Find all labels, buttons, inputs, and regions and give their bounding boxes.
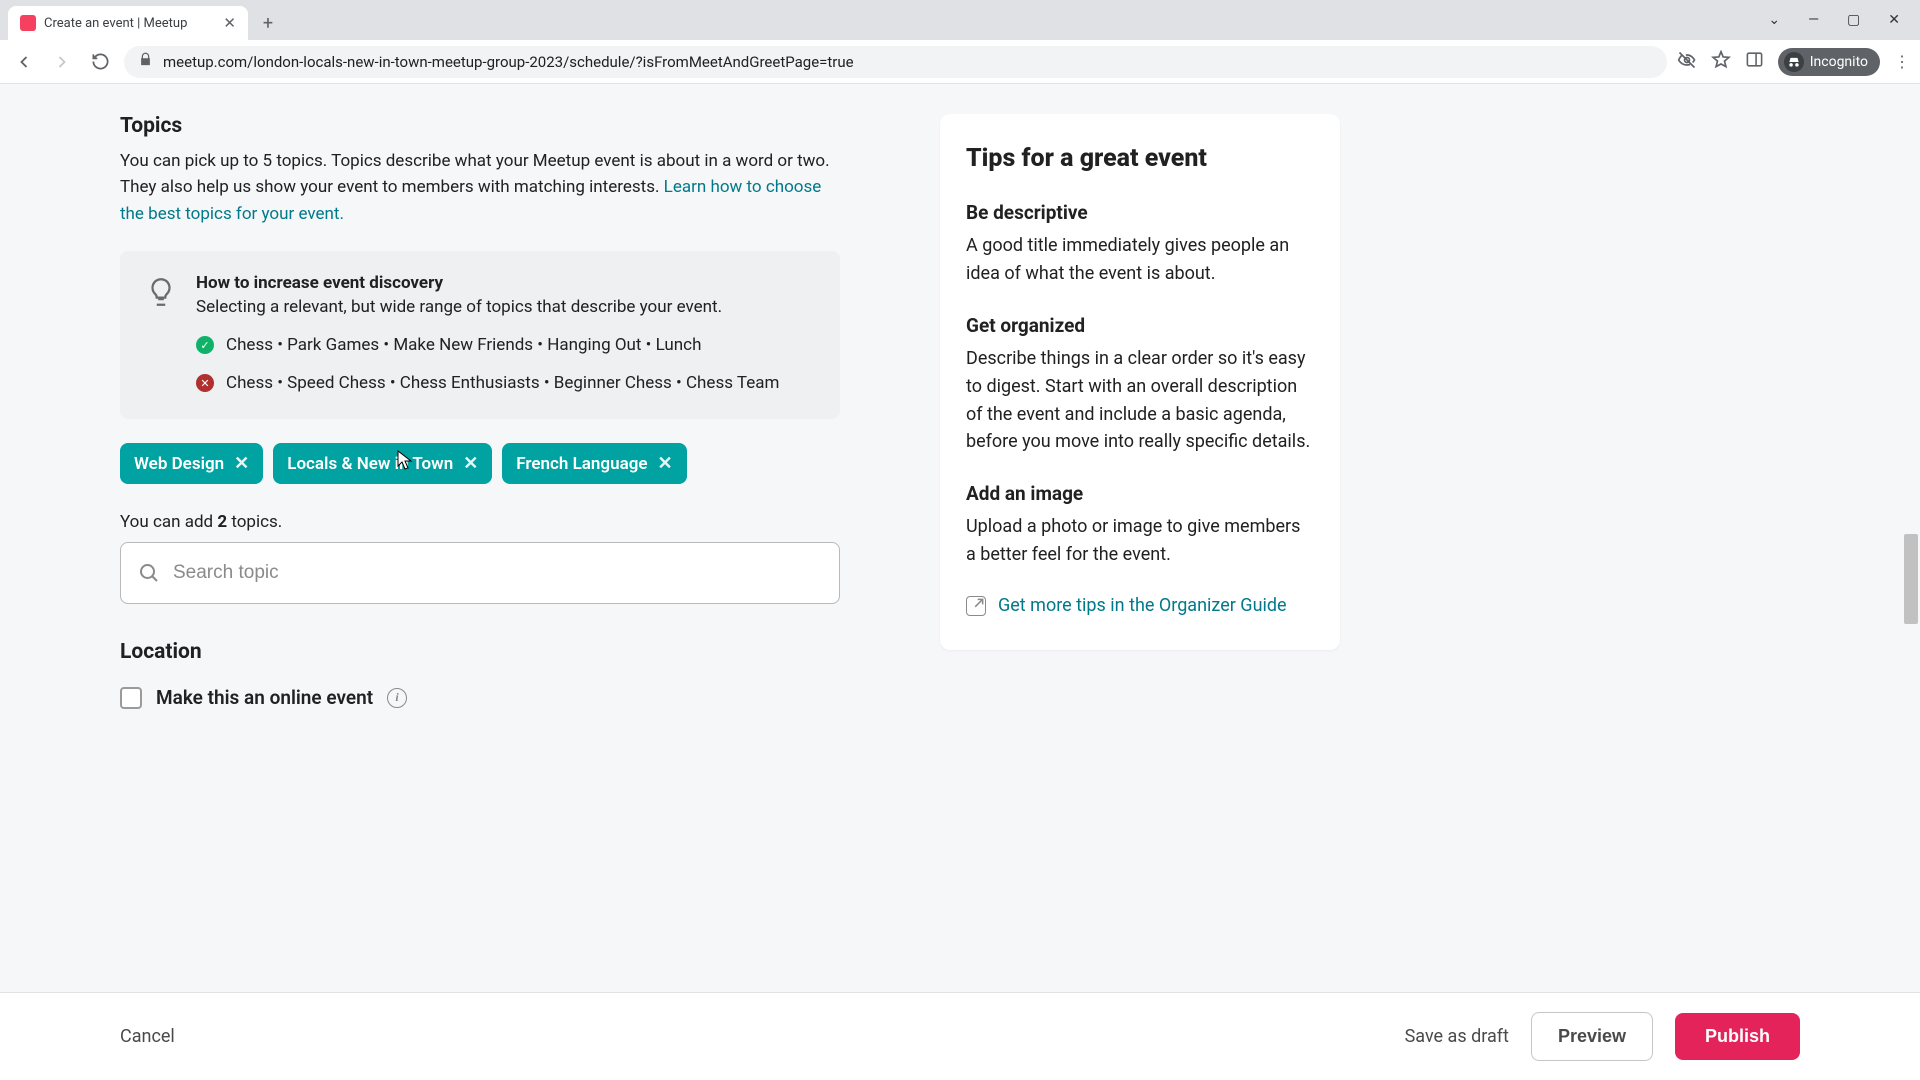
info-icon[interactable]: i	[387, 688, 407, 708]
save-draft-button[interactable]: Save as draft	[1405, 1026, 1509, 1047]
new-tab-button[interactable]: +	[254, 9, 282, 37]
tips-card-title: Tips for a great event	[966, 144, 1314, 173]
remove-chip-icon[interactable]: ✕	[234, 453, 249, 474]
main-column: Topics You can pick up to 5 topics. Topi…	[120, 114, 840, 709]
guide-link-text: Get more tips in the Organizer Guide	[998, 595, 1287, 616]
remove-chip-icon[interactable]: ✕	[658, 453, 673, 474]
page-viewport: Topics You can pick up to 5 topics. Topi…	[0, 84, 1920, 1080]
online-event-row[interactable]: Make this an online event i	[120, 686, 840, 709]
maximize-icon[interactable]: ▢	[1847, 12, 1860, 28]
url-text: meetup.com/london-locals-new-in-town-mee…	[163, 53, 1653, 71]
close-window-icon[interactable]: ✕	[1888, 12, 1900, 28]
bookmark-star-icon[interactable]	[1711, 50, 1731, 74]
address-bar-actions: Incognito ⋮	[1677, 48, 1910, 76]
tab-close-icon[interactable]: ✕	[223, 14, 236, 32]
discovery-tip-box: How to increase event discovery Selectin…	[120, 251, 840, 419]
good-example-row: ✓ Chess • Park Games • Make New Friends …	[196, 335, 816, 355]
minimize-icon[interactable]: —	[1808, 12, 1819, 28]
preview-button[interactable]: Preview	[1531, 1012, 1653, 1061]
good-example-text: Chess • Park Games • Make New Friends • …	[226, 335, 701, 355]
tip-block: Be descriptive A good title immediately …	[966, 201, 1314, 288]
bad-example-text: Chess • Speed Chess • Chess Enthusiasts …	[226, 373, 779, 393]
browser-tab[interactable]: Create an event | Meetup ✕	[8, 6, 248, 40]
chip-label: Locals & New in Town	[287, 454, 453, 474]
tip-block: Get organized Describe things in a clear…	[966, 314, 1314, 457]
tip-body: Describe things in a clear order so it's…	[966, 345, 1314, 457]
footer-bar: Cancel Save as draft Preview Publish	[0, 992, 1920, 1080]
publish-button[interactable]: Publish	[1675, 1013, 1800, 1060]
back-button[interactable]	[10, 48, 38, 76]
x-icon: ✕	[196, 374, 214, 392]
discovery-tip-sub: Selecting a relevant, but wide range of …	[196, 297, 722, 317]
favicon-icon	[20, 15, 36, 31]
side-panel-icon[interactable]	[1745, 50, 1764, 73]
kebab-menu-icon[interactable]: ⋮	[1894, 52, 1910, 71]
bad-example-row: ✕ Chess • Speed Chess • Chess Enthusiast…	[196, 373, 816, 393]
topic-search-wrap[interactable]	[120, 542, 840, 604]
eye-off-icon[interactable]	[1677, 50, 1697, 74]
topics-heading: Topics	[120, 114, 840, 138]
organizer-guide-link[interactable]: Get more tips in the Organizer Guide	[966, 595, 1314, 616]
incognito-icon	[1784, 52, 1804, 72]
address-bar: meetup.com/london-locals-new-in-town-mee…	[0, 40, 1920, 84]
topic-search-input[interactable]	[173, 562, 823, 584]
online-event-checkbox[interactable]	[120, 687, 142, 709]
lock-icon	[138, 52, 153, 71]
topic-chip[interactable]: French Language ✕	[502, 443, 686, 484]
tip-body: A good title immediately gives people an…	[966, 232, 1314, 288]
topic-chip[interactable]: Web Design ✕	[120, 443, 263, 484]
tab-title: Create an event | Meetup	[44, 16, 215, 31]
selected-topics: Web Design ✕ Locals & New in Town ✕ Fren…	[120, 443, 840, 484]
tip-body: Upload a photo or image to give members …	[966, 513, 1314, 569]
tip-block: Add an image Upload a photo or image to …	[966, 482, 1314, 569]
external-link-icon	[966, 596, 986, 616]
cancel-button[interactable]: Cancel	[120, 1026, 175, 1047]
window-controls: ⌄ — ▢ ✕	[1748, 0, 1920, 40]
topic-chip[interactable]: Locals & New in Town ✕	[273, 443, 492, 484]
incognito-badge[interactable]: Incognito	[1778, 48, 1880, 76]
tip-heading: Be descriptive	[966, 201, 1314, 224]
tips-card: Tips for a great event Be descriptive A …	[940, 114, 1340, 650]
check-icon: ✓	[196, 336, 214, 354]
search-icon	[137, 561, 161, 585]
forward-button[interactable]	[48, 48, 76, 76]
location-heading: Location	[120, 640, 840, 664]
side-column: Tips for a great event Be descriptive A …	[940, 114, 1340, 709]
discovery-tip-title: How to increase event discovery	[196, 273, 722, 293]
url-box[interactable]: meetup.com/london-locals-new-in-town-mee…	[124, 46, 1667, 78]
add-count-text: You can add 2 topics.	[120, 512, 840, 532]
topics-description: You can pick up to 5 topics. Topics desc…	[120, 148, 840, 227]
chip-label: French Language	[516, 454, 647, 474]
tabs-dropdown-icon[interactable]: ⌄	[1768, 12, 1780, 28]
scrollbar-thumb[interactable]	[1904, 534, 1918, 624]
chip-label: Web Design	[134, 454, 224, 474]
reload-button[interactable]	[86, 48, 114, 76]
remove-chip-icon[interactable]: ✕	[463, 453, 478, 474]
tab-bar: Create an event | Meetup ✕ +	[0, 0, 1920, 40]
tip-heading: Get organized	[966, 314, 1314, 337]
lightbulb-icon	[144, 275, 178, 309]
online-event-label: Make this an online event	[156, 686, 373, 709]
tip-heading: Add an image	[966, 482, 1314, 505]
incognito-label: Incognito	[1810, 54, 1868, 70]
